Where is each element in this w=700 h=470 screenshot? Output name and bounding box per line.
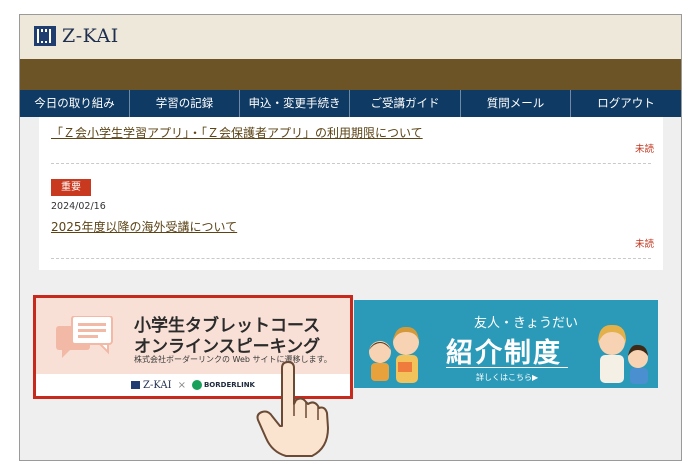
site-header: Z-KAI	[20, 15, 681, 59]
important-badge: 重要	[51, 179, 91, 196]
nav-item-today[interactable]: 今日の取り組み	[20, 90, 130, 117]
nav-item-application[interactable]: 申込・変更手続き	[240, 90, 350, 117]
referral-top-text: 友人・きょうだい	[474, 316, 579, 331]
news-divider	[51, 258, 651, 259]
z-kai-logo[interactable]: Z-KAI	[34, 25, 119, 47]
children-illustration-icon	[369, 326, 419, 383]
unread-status: 未読	[635, 144, 655, 155]
z-kai-mini-text: Z-KAI	[143, 379, 172, 391]
main-nav: 今日の取り組み 学習の記録 申込・変更手続き ご受講ガイド 質問メール ログアウ…	[20, 90, 681, 117]
nav-item-question-mail[interactable]: 質問メール	[461, 90, 571, 117]
borderlink-logo-icon	[191, 380, 202, 390]
speech-bubble-icon	[56, 316, 113, 358]
news-link-app-expiry[interactable]: 「Ｚ会小学生学習アプリ」・「Ｚ会保護者アプリ」の利用期限について	[51, 124, 423, 141]
z-kai-logo-icon	[34, 26, 56, 46]
pointing-hand-icon	[256, 361, 329, 457]
news-link-overseas[interactable]: 2025年度以降の海外受講について	[51, 218, 237, 235]
referral-banner[interactable]: 友人・きょうだい 紹介制度 詳しくはこちら▶	[354, 300, 658, 388]
nav-item-guide[interactable]: ご受講ガイド	[350, 90, 461, 117]
referral-main-text: 紹介制度	[446, 338, 562, 369]
header-band	[20, 59, 681, 90]
app-window: Z-KAI 今日の取り組み 学習の記録 申込・変更手続き ご受講ガイド 質問メー…	[19, 14, 682, 461]
partner-separator: ×	[177, 379, 186, 391]
news-date: 2024/02/16	[51, 201, 106, 212]
referral-detail-link[interactable]: 詳しくはこちら▶	[476, 372, 538, 383]
z-kai-logo-icon	[131, 381, 140, 389]
nav-item-logout[interactable]: ログアウト	[571, 90, 681, 117]
borderlink-logo: BORDERLINK	[191, 380, 255, 390]
news-list: 「Ｚ会小学生学習アプリ」・「Ｚ会保護者アプリ」の利用期限について 未読 重要 2…	[39, 117, 663, 270]
news-divider	[51, 163, 651, 164]
nav-item-records[interactable]: 学習の記録	[130, 90, 240, 117]
borderlink-text: BORDERLINK	[203, 381, 255, 389]
z-kai-mini-logo: Z-KAI	[131, 380, 172, 391]
unread-status: 未読	[635, 239, 655, 250]
logo-text: Z-KAI	[62, 25, 119, 47]
family-illustration-icon	[598, 324, 648, 384]
referral-underline	[446, 367, 568, 368]
